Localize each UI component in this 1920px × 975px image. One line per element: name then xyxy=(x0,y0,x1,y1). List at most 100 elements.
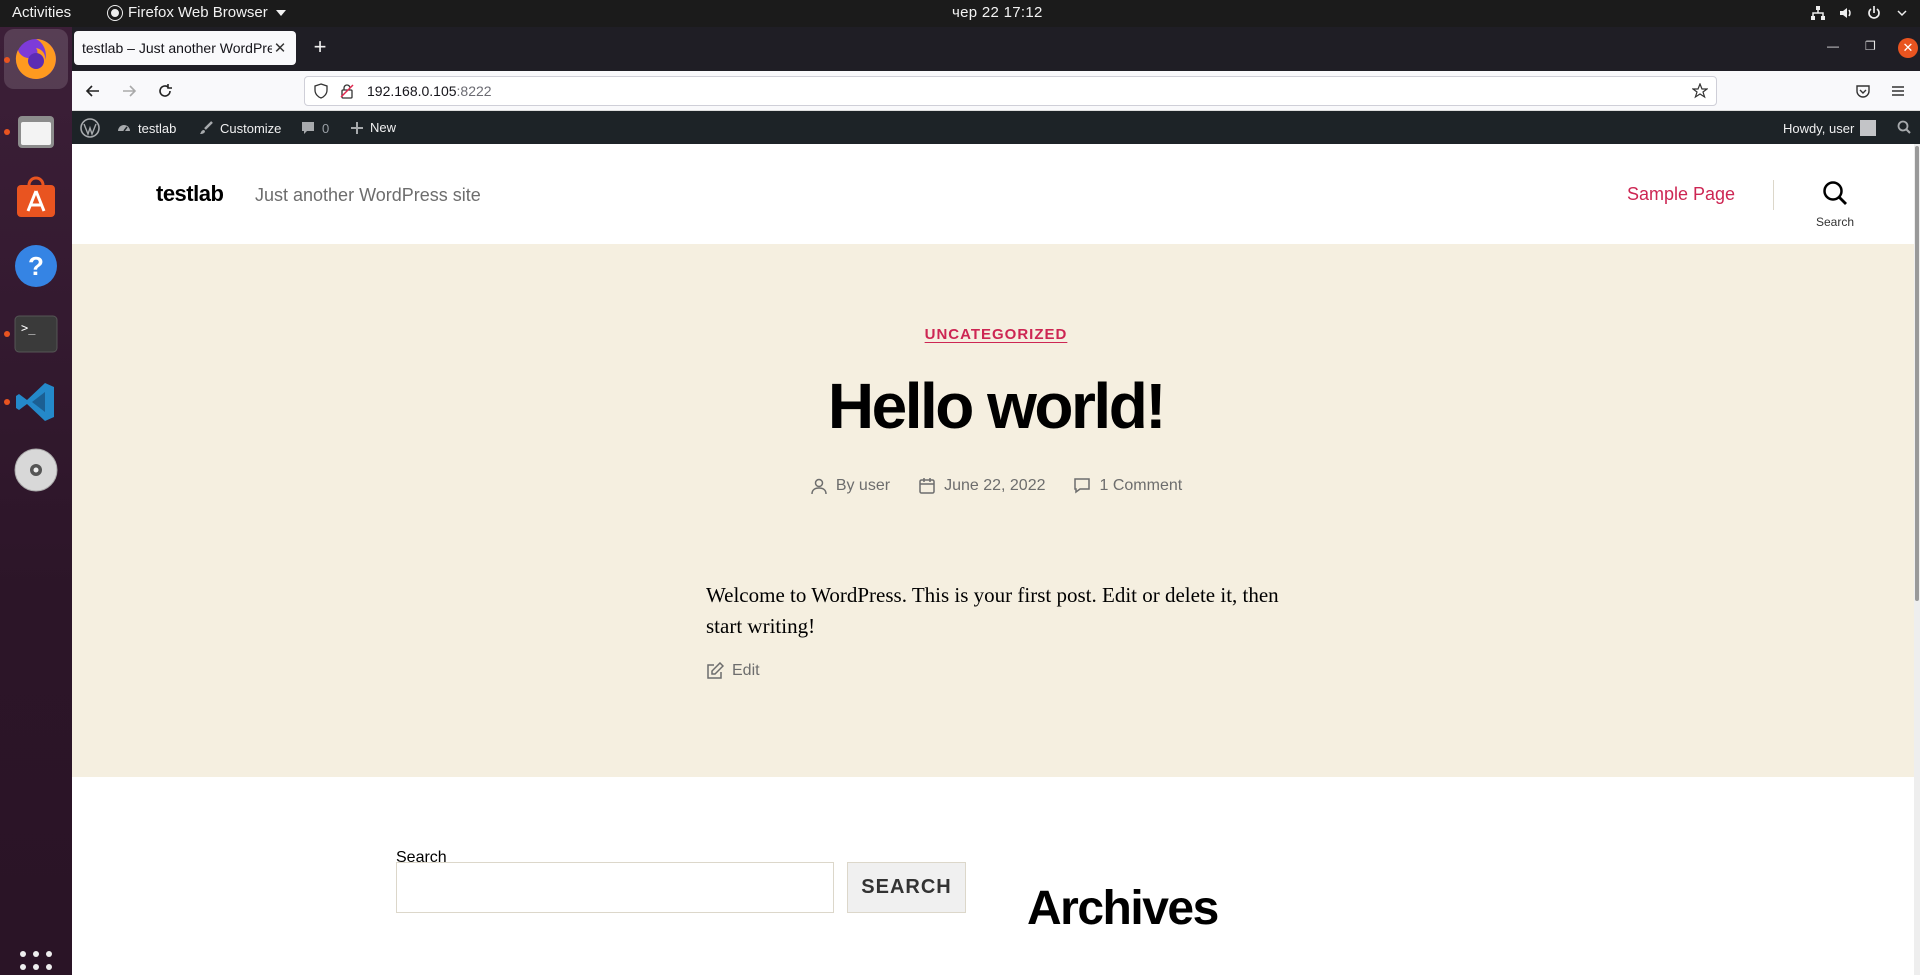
svg-text:?: ? xyxy=(28,251,44,281)
dock-disc[interactable] xyxy=(11,445,61,495)
hamburger-menu-icon xyxy=(1892,86,1904,96)
url-host: 192.168.0.105 xyxy=(367,83,457,99)
files-icon xyxy=(18,116,54,148)
dock-firefox[interactable] xyxy=(4,29,68,89)
disc-icon xyxy=(14,448,58,492)
chevron-down-icon xyxy=(1894,5,1910,21)
post-author[interactable]: By user xyxy=(810,477,890,495)
post-author-text: By user xyxy=(835,477,891,494)
network-icon xyxy=(1810,5,1826,21)
search-icon xyxy=(1897,120,1911,134)
minimize-button[interactable]: — xyxy=(1827,39,1839,53)
admin-site-name: testlab xyxy=(138,120,177,136)
admin-new-label: New xyxy=(370,120,397,135)
category-link[interactable]: UNCATEGORIZED xyxy=(925,326,1068,343)
firefox-small-icon xyxy=(108,5,122,20)
dock-files[interactable] xyxy=(11,107,61,157)
wp-admin-bar: testlab Customize 0 New Howdy, user xyxy=(72,111,1920,144)
new-tab-button[interactable]: + xyxy=(308,36,332,60)
activities-button[interactable]: Activities xyxy=(12,4,71,21)
clock[interactable]: чер 22 17:12 xyxy=(952,4,1043,21)
firefox-icon xyxy=(15,39,56,79)
post-meta: By user June 22, 2022 1 Comment xyxy=(72,477,1920,495)
dock: ? >_ xyxy=(0,27,72,975)
wp-account-menu[interactable]: Howdy, user xyxy=(1783,120,1877,136)
wp-comments-link[interactable]: 0 xyxy=(300,120,329,136)
running-indicator xyxy=(4,57,10,63)
edit-post-link[interactable]: Edit xyxy=(706,662,760,680)
search-widget-input[interactable] xyxy=(396,862,834,913)
tab-title: testlab – Just another WordPress site xyxy=(82,40,272,56)
wp-admin-search[interactable] xyxy=(1897,120,1911,134)
help-icon: ? xyxy=(15,245,57,287)
dock-help[interactable]: ? xyxy=(11,241,61,291)
plus-icon xyxy=(351,121,363,134)
svg-text:>_: >_ xyxy=(21,321,36,335)
maximize-button[interactable]: ❐ xyxy=(1865,39,1876,53)
admin-howdy: Howdy, user xyxy=(1783,120,1855,136)
tab-strip: testlab – Just another WordPress site ✕ … xyxy=(72,27,1920,71)
app-menu[interactable]: Firefox Web Browser xyxy=(108,4,286,21)
running-indicator xyxy=(4,129,10,135)
dashboard-icon xyxy=(118,125,130,132)
edit-icon xyxy=(707,662,724,679)
volume-icon xyxy=(1838,5,1854,21)
archives-heading: Archives xyxy=(1027,882,1219,935)
app-menu-button[interactable] xyxy=(1887,80,1909,102)
site-description: Just another WordPress site xyxy=(255,185,481,205)
paintbrush-icon xyxy=(200,121,213,134)
search-toggle-button[interactable]: Search xyxy=(1805,180,1865,229)
bookmark-star-icon[interactable] xyxy=(1692,83,1708,99)
edit-post-label: Edit xyxy=(732,662,760,679)
post-date[interactable]: June 22, 2022 xyxy=(918,477,1045,495)
page-content: testlab Just another WordPress site Samp… xyxy=(72,144,1920,975)
header-divider xyxy=(1773,180,1774,210)
search-widget-button[interactable]: SEARCH xyxy=(847,862,966,913)
address-bar[interactable]: 192.168.0.105:8222 xyxy=(304,76,1717,106)
app-menu-label: Firefox Web Browser xyxy=(128,4,268,21)
scrollbar-thumb[interactable] xyxy=(1915,146,1919,601)
back-button[interactable] xyxy=(82,80,104,102)
admin-comments-count: 0 xyxy=(322,120,330,136)
wp-customize-link[interactable]: Customize xyxy=(198,120,281,136)
dock-terminal[interactable]: >_ xyxy=(11,309,61,359)
close-window-button[interactable]: ✕ xyxy=(1898,38,1918,58)
post-title: Hello world! xyxy=(827,370,1167,442)
arrow-right-icon xyxy=(123,85,137,97)
dock-vscode[interactable] xyxy=(11,377,61,427)
os-top-bar: Activities Firefox Web Browser чер 22 17… xyxy=(0,0,1920,27)
system-tray[interactable] xyxy=(1810,5,1910,21)
insecure-lock-icon[interactable] xyxy=(339,83,355,99)
post-comments[interactable]: 1 Comment xyxy=(1073,477,1182,495)
page-scrollbar[interactable] xyxy=(1914,144,1920,975)
power-icon xyxy=(1866,5,1882,21)
dock-app-center[interactable] xyxy=(11,173,61,223)
pocket-button[interactable] xyxy=(1852,80,1874,102)
comment-icon xyxy=(1074,478,1091,494)
tab-close-icon[interactable]: ✕ xyxy=(272,39,288,57)
arrow-left-icon xyxy=(85,85,99,97)
search-toggle-label: Search xyxy=(1815,215,1855,229)
comment-bubble-icon xyxy=(302,122,314,134)
reload-button[interactable] xyxy=(154,80,176,102)
site-header: testlab Just another WordPress site Samp… xyxy=(72,144,1920,244)
avatar xyxy=(1860,120,1877,136)
forward-button[interactable] xyxy=(118,80,140,102)
site-title[interactable]: testlab xyxy=(156,181,224,207)
wordpress-logo-icon xyxy=(80,118,100,138)
url-port: :8222 xyxy=(456,83,492,99)
shield-icon[interactable] xyxy=(313,83,329,99)
browser-tab[interactable]: testlab – Just another WordPress site ✕ xyxy=(74,31,296,65)
post-header: UNCATEGORIZED Hello world! By user June … xyxy=(72,244,1920,777)
search-icon xyxy=(1823,181,1847,205)
category-container: UNCATEGORIZED xyxy=(72,326,1920,344)
running-indicator xyxy=(4,331,10,337)
running-indicator xyxy=(4,399,10,405)
nav-sample-page[interactable]: Sample Page xyxy=(1627,184,1735,205)
wp-new-content-menu[interactable]: New xyxy=(350,120,396,135)
show-applications-button[interactable] xyxy=(20,951,52,975)
calendar-icon xyxy=(919,478,935,494)
wp-logo-menu[interactable] xyxy=(80,118,100,138)
wp-site-name-menu[interactable]: testlab xyxy=(116,120,176,136)
post-comments-text: 1 Comment xyxy=(1099,477,1183,494)
